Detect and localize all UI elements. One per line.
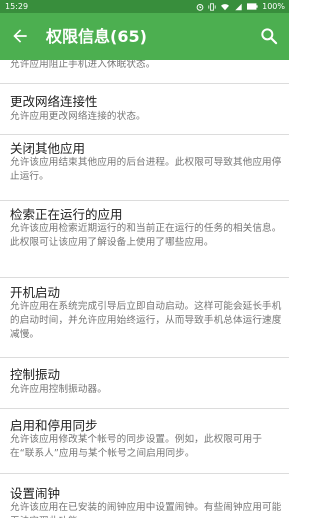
permission-item[interactable]: 控制振动 允许应用控制振动器。 [0,358,289,409]
status-bar: 15:29 100% [0,0,289,13]
permission-title: 更改网络连接性 [10,94,98,109]
permission-item[interactable]: 设置闹钟 允许该应用在已安装的闹钟应用中设置闹钟。有些闹钟应用可能无法实现此功能… [0,474,289,518]
battery-icon [247,3,258,10]
permission-description: 允许应用控制振动器。 [10,384,107,395]
permission-description: 允许应用阻止手机进入休眠状态。 [10,60,156,70]
permission-title: 开机启动 [10,285,61,300]
permission-item-partial[interactable]: 允许应用阻止手机进入休眠状态。 [0,60,289,84]
permission-title: 设置闹钟 [10,486,61,501]
signal-icon [235,3,242,10]
permission-title: 关闭其他应用 [10,141,86,156]
permission-item[interactable]: 关闭其他应用 允许该应用结束其他应用的后台进程。此权限可导致其他应用停止运行。 [0,135,289,201]
permission-description: 允许该应用修改某个帐号的同步设置。例如，此权限可用于在“联系人”应用与某个帐号之… [10,434,263,459]
battery-level: 100% [262,2,285,11]
vibrate-icon [208,2,216,11]
permission-list[interactable]: 允许应用阻止手机进入休眠状态。 更改网络连接性 允许应用更改网络连接的状态。 关… [0,60,289,518]
permission-title: 控制振动 [10,367,61,382]
permission-description: 允许该应用检索近期运行的和当前正在运行的任务的相关信息。此权限可让该应用了解设备… [10,223,282,248]
permission-item[interactable]: 开机启动 允许应用在系统完成引导后立即自动启动。这样可能会延长手机的启动时间，并… [0,278,289,358]
permission-description: 允许该应用在已安装的闹钟应用中设置闹钟。有些闹钟应用可能无法实现此功能。 [10,502,282,518]
page-title: 权限信息(65) [46,27,147,46]
back-arrow-icon[interactable] [10,26,30,46]
status-time: 15:29 [5,2,29,11]
permission-title: 启用和停用同步 [10,418,98,433]
permission-description: 允许应用在系统完成引导后立即自动启动。这样可能会延长手机的启动时间，并允许应用始… [10,301,282,340]
permission-title: 检索正在运行的应用 [10,207,123,222]
permission-item[interactable]: 启用和停用同步 允许该应用修改某个帐号的同步设置。例如，此权限可用于在“联系人”… [0,409,289,474]
permission-description: 允许应用更改网络连接的状态。 [10,111,146,122]
permission-item[interactable]: 更改网络连接性 允许应用更改网络连接的状态。 [0,84,289,135]
permission-description: 允许该应用结束其他应用的后台进程。此权限可导致其他应用停止运行。 [10,157,282,182]
app-bar: 权限信息(65) [0,13,289,60]
permission-item[interactable]: 检索正在运行的应用 允许该应用检索近期运行的和当前正在运行的任务的相关信息。此权… [0,201,289,278]
alarm-icon [196,3,204,11]
search-icon[interactable] [259,26,279,46]
status-icons: 100% [196,0,285,13]
wifi-icon [221,3,230,10]
